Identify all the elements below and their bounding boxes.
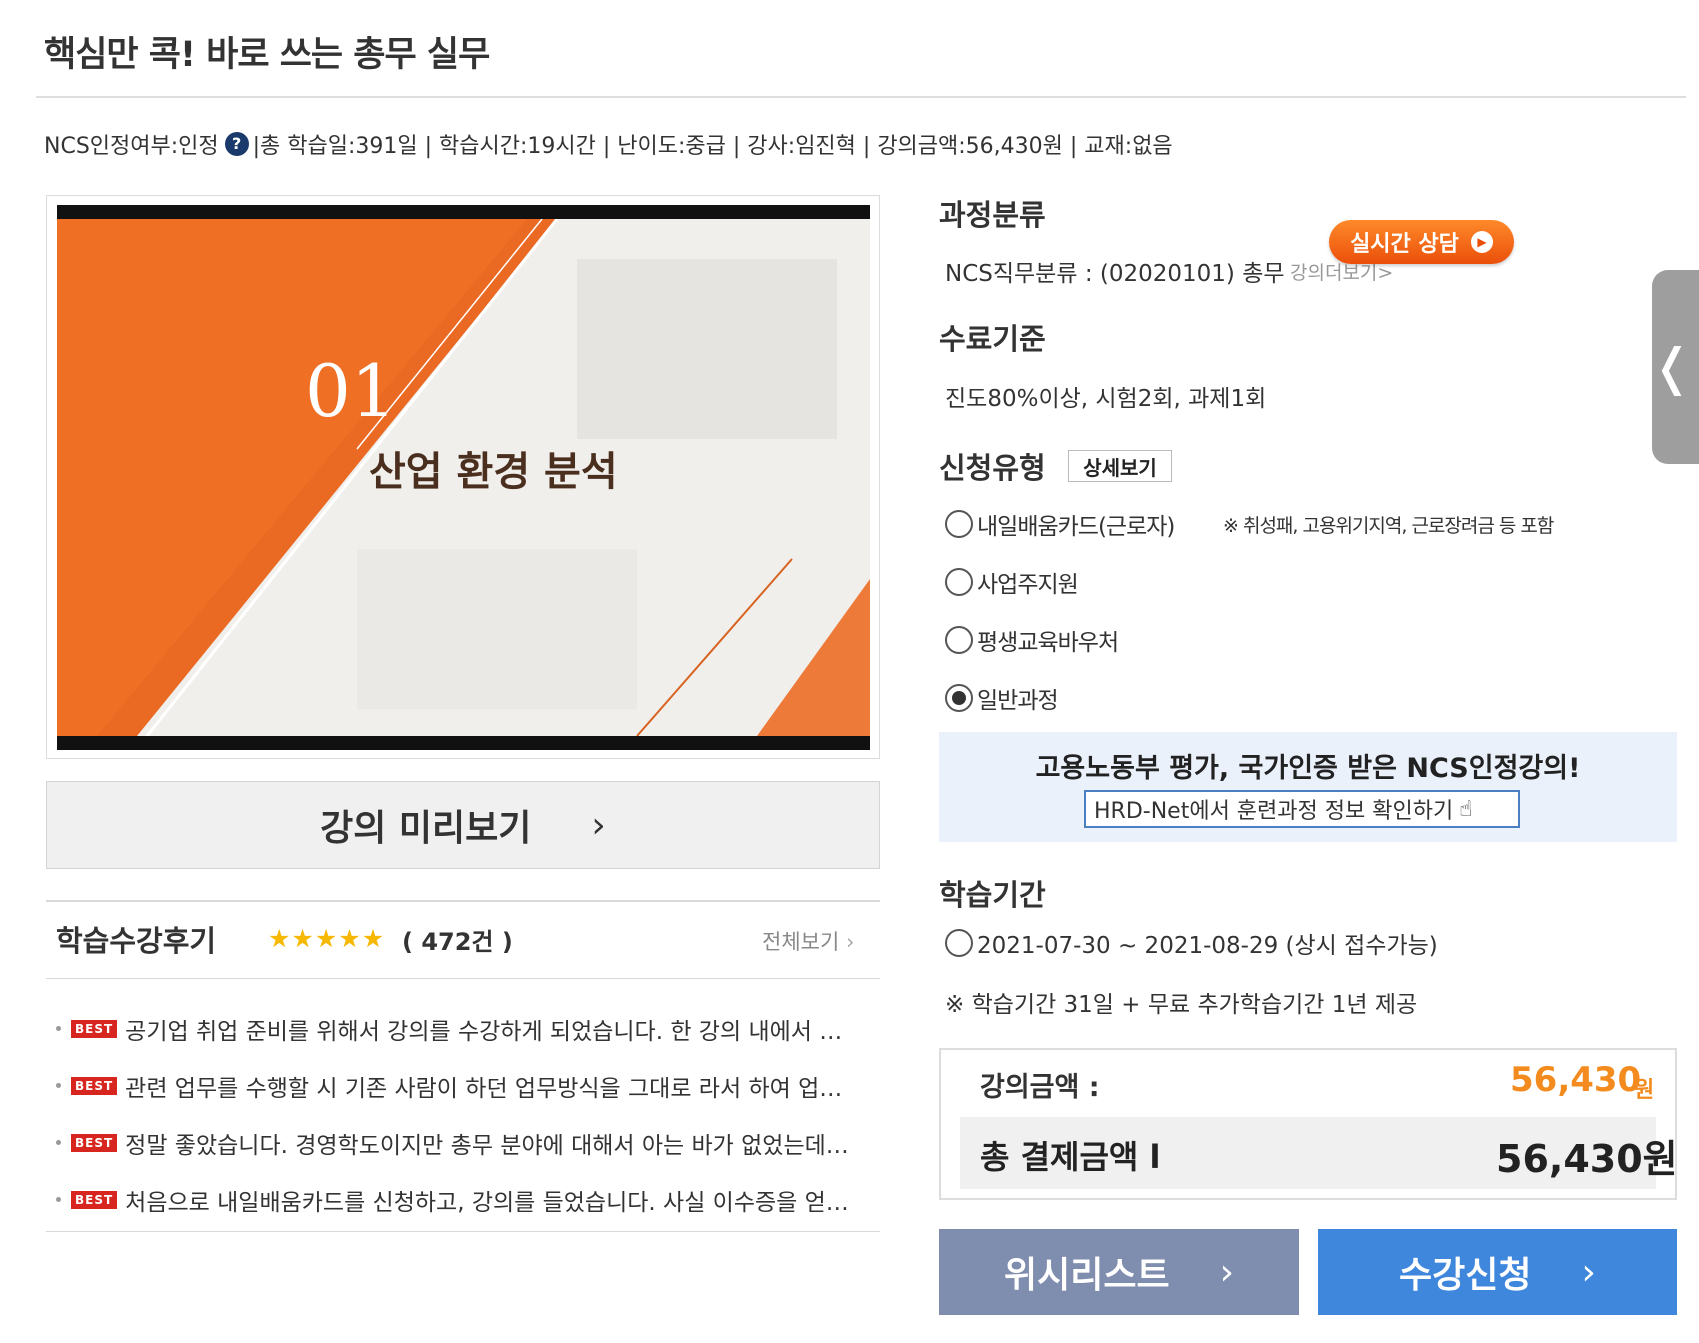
star-icon: ★ <box>268 924 291 953</box>
completion-text: 진도80%이상, 시험2회, 과제1회 <box>945 386 1267 412</box>
star-icon: ★ <box>314 924 338 953</box>
price-label: 강의금액 : <box>980 1072 1100 1103</box>
radio-button[interactable] <box>945 929 973 957</box>
reviews-heading: 학습수강후기 <box>56 924 217 958</box>
apply-option-label: 평생교육바우처 <box>977 630 1119 656</box>
completion-heading: 수료기준 <box>939 322 1046 356</box>
course-meta-details: |총 학습일:391일 | 학습시간:19시간 | 난이도:중급 | 강사:임진… <box>252 134 1173 159</box>
best-badge: BEST <box>71 1019 118 1038</box>
list-item[interactable]: BEST 정말 좋았습니다. 경영학도이지만 총무 분야에 대해서 아는 바가 … <box>56 1114 876 1171</box>
reviews-bottom-divider <box>46 1231 880 1232</box>
apply-option-general[interactable]: 일반과정 <box>945 681 1059 715</box>
enroll-button[interactable]: 수강신청 › <box>1318 1229 1677 1315</box>
preview-button[interactable]: 강의 미리보기 › <box>46 781 880 869</box>
apply-option-note: ※ 취성패, 고용위기지역, 근로장려금 등 포함 <box>1223 515 1554 537</box>
hrd-net-link-label: HRD-Net에서 훈련과정 정보 확인하기 <box>1094 799 1454 824</box>
slide-title: 산업 환경 분석 <box>369 449 618 495</box>
play-icon: ▶ <box>1470 231 1493 253</box>
course-meta: NCS인정여부:인정 ? |총 학습일:391일 | 학습시간:19시간 | 난… <box>44 128 1173 160</box>
help-icon[interactable]: ? <box>224 132 249 156</box>
apply-type-heading: 신청유형 <box>939 451 1046 485</box>
rating-stars: ★ ★ ★ ★ ★ <box>268 924 385 953</box>
radio-button[interactable] <box>945 568 973 596</box>
bullet-icon <box>56 1083 61 1088</box>
bullet-icon <box>56 1026 61 1031</box>
video-slide: 01 산업 환경 분석 <box>57 219 870 736</box>
classification-text: NCS직무분류 : (02020101) 총무 <box>945 261 1285 287</box>
apply-option-employer[interactable]: 사업주지원 <box>945 565 1079 599</box>
total-label: 총 결제금액 l <box>980 1138 1161 1176</box>
reviews-top-divider <box>46 900 880 902</box>
apply-option-label: 내일배움카드(근로자) <box>977 514 1175 540</box>
chevron-right-icon: › <box>591 804 606 846</box>
slide-number: 01 <box>305 349 397 433</box>
radio-button[interactable] <box>945 510 973 538</box>
wishlist-label: 위시리스트 <box>1003 1255 1170 1296</box>
video-player[interactable]: 01 산업 환경 분석 <box>57 205 870 750</box>
list-item[interactable]: BEST 관련 업무를 수행할 시 기존 사람이 하던 업무방식을 그대로 라서… <box>56 1057 876 1114</box>
best-badge: BEST <box>71 1133 118 1152</box>
price-currency: 원 <box>1634 1078 1655 1103</box>
live-consult-button[interactable]: 실시간 상담 ▶ <box>1329 220 1514 264</box>
apply-option-label: 사업주지원 <box>977 572 1079 598</box>
best-badge: BEST <box>71 1076 118 1095</box>
review-list: BEST 공기업 취업 준비를 위해서 강의를 수강하게 되었습니다. 한 강의… <box>56 1000 876 1228</box>
radio-button-selected[interactable] <box>945 684 973 712</box>
chevron-left-icon: ❬ <box>1651 338 1693 396</box>
chevron-right-icon: › <box>1219 1251 1234 1293</box>
view-all-label: 전체보기 <box>762 930 840 954</box>
preview-button-label: 강의 미리보기 <box>320 808 532 849</box>
best-badge: BEST <box>71 1190 118 1209</box>
list-item[interactable]: BEST 공기업 취업 준비를 위해서 강의를 수강하게 되었습니다. 한 강의… <box>56 1000 876 1057</box>
star-icon: ★ <box>338 924 361 953</box>
reviews-divider <box>46 978 880 979</box>
period-heading: 학습기간 <box>939 878 1046 912</box>
course-title: 핵심만 콕! 바로 쓰는 총무 실무 <box>44 35 490 75</box>
review-text: 처음으로 내일배움카드를 신청하고, 강의를 들었습니다. 사실 이수증을 얻… <box>125 1189 849 1216</box>
classification-heading: 과정분류 <box>939 198 1046 232</box>
review-text: 공기업 취업 준비를 위해서 강의를 수강하게 되었습니다. 한 강의 내에서 … <box>125 1018 843 1045</box>
detail-view-button[interactable]: 상세보기 <box>1068 450 1172 482</box>
bullet-icon <box>56 1197 61 1202</box>
total-value: 56,430원 <box>1496 1137 1678 1181</box>
list-item[interactable]: BEST 처음으로 내일배움카드를 신청하고, 강의를 들었습니다. 사실 이수… <box>56 1171 876 1228</box>
live-consult-label: 실시간 상담 <box>1350 232 1459 257</box>
wishlist-button[interactable]: 위시리스트 › <box>939 1229 1299 1315</box>
bullet-icon <box>56 1140 61 1145</box>
apply-option-voucher[interactable]: 평생교육바우처 <box>945 623 1119 657</box>
view-all-reviews-link[interactable]: 전체보기 › <box>762 926 854 956</box>
pointer-hand-icon: ☝ <box>1459 796 1473 822</box>
period-option-label: 2021-07-30 ~ 2021-08-29 (상시 접수가능) <box>977 933 1438 959</box>
period-note: ※ 학습기간 31일 + 무료 추가학습기간 1년 제공 <box>945 992 1418 1018</box>
chevron-right-icon: › <box>1581 1251 1596 1293</box>
review-text: 정말 좋았습니다. 경영학도이지만 총무 분야에 대해서 아는 바가 없었는데… <box>125 1132 849 1159</box>
price-value: 56,430 <box>1510 1060 1642 1100</box>
star-icon: ★ <box>291 924 314 953</box>
ncs-status: NCS인정여부:인정 <box>44 134 219 159</box>
title-divider <box>36 96 1686 98</box>
ncs-banner: 고용노동부 평가, 국가인증 받은 NCS인정강의! HRD-Net에서 훈련과… <box>939 732 1677 842</box>
review-text: 관련 업무를 수행할 시 기존 사람이 하던 업무방식을 그대로 라서 하여 업… <box>125 1075 843 1102</box>
apply-option-label: 일반과정 <box>977 688 1059 714</box>
period-option[interactable]: 2021-07-30 ~ 2021-08-29 (상시 접수가능) <box>945 926 1438 960</box>
radio-button[interactable] <box>945 626 973 654</box>
review-count: ( 472건 ) <box>402 928 513 956</box>
enroll-label: 수강신청 <box>1399 1255 1532 1296</box>
star-icon: ★ <box>361 924 385 953</box>
ncs-banner-headline: 고용노동부 평가, 국가인증 받은 NCS인정강의! <box>1035 753 1581 784</box>
chevron-right-icon: › <box>845 930 855 954</box>
side-panel-toggle[interactable]: ❬ <box>1651 270 1699 464</box>
hrd-net-link[interactable]: HRD-Net에서 훈련과정 정보 확인하기 ☝ <box>1084 790 1520 828</box>
apply-option-card[interactable]: 내일배움카드(근로자) <box>945 507 1175 541</box>
